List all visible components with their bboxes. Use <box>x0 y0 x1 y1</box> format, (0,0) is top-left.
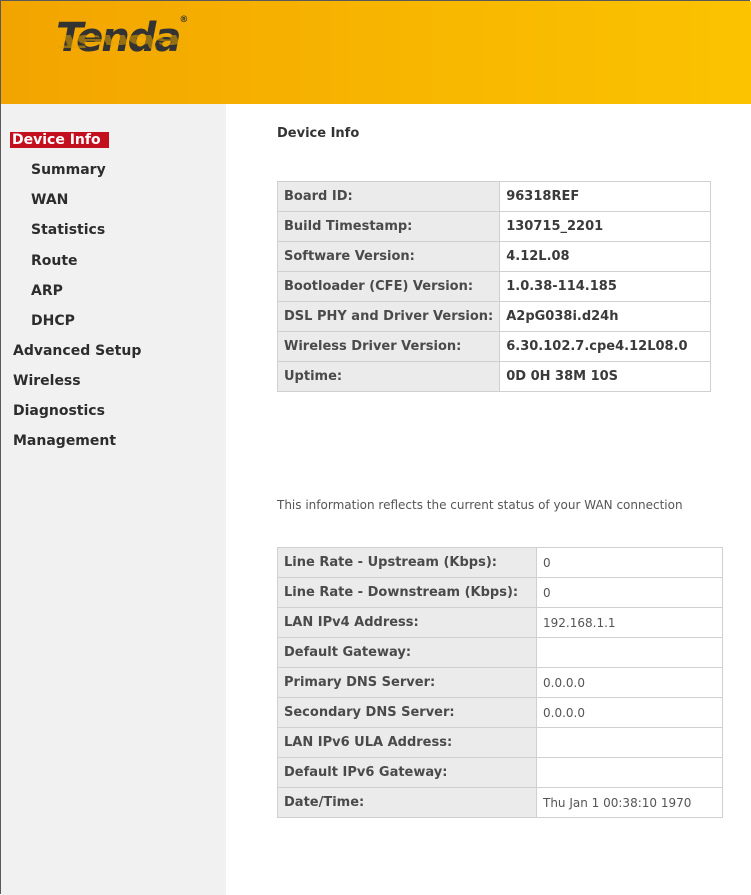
sidebar-item-dhcp[interactable]: DHCP <box>31 313 75 329</box>
sidebar-nav: Device Info Summary WAN Statistics Route… <box>1 104 226 895</box>
row-label: Default IPv6 Gateway: <box>277 757 537 788</box>
row-value: 192.168.1.1 <box>536 607 723 638</box>
row-label: Bootloader (CFE) Version: <box>276 271 501 302</box>
row-value: 4.12L.08 <box>499 241 711 272</box>
row-value: 6.30.102.7.cpe4.12L08.0 <box>499 331 711 362</box>
table-row: LAN IPv6 ULA Address: <box>277 727 723 758</box>
row-label: Build Timestamp: <box>276 211 501 242</box>
row-value: 1.0.38-114.185 <box>499 271 711 302</box>
table-row: Date/Time: Thu Jan 1 00:38:10 1970 <box>277 787 723 818</box>
row-value: 0 <box>536 547 723 578</box>
row-value: Thu Jan 1 00:38:10 1970 <box>536 787 723 818</box>
row-value: 130715_2201 <box>499 211 711 242</box>
device-info-table: Board ID: 96318REF Build Timestamp: 130715… <box>276 181 711 392</box>
table-row: Software Version: 4.12L.08 <box>276 241 711 272</box>
table-row: LAN IPv4 Address: 192.168.1.1 <box>277 607 723 638</box>
table-row: Line Rate - Downstream (Kbps): 0 <box>277 577 723 608</box>
row-label: Default Gateway: <box>277 637 537 668</box>
row-value <box>536 727 723 758</box>
table-row: Wireless Driver Version: 6.30.102.7.cpe4.… <box>276 331 711 362</box>
wan-status-message: This information reflects the current st… <box>277 498 683 512</box>
sidebar-item-device-info[interactable]: Device Info <box>10 132 109 148</box>
row-value: 0.0.0.0 <box>536 697 723 728</box>
table-row: Uptime: 0D 0H 38M 10S <box>276 361 711 392</box>
row-value: 96318REF <box>499 181 711 212</box>
row-value: 0 <box>536 577 723 608</box>
row-label: Wireless Driver Version: <box>276 331 501 362</box>
row-label: Date/Time: <box>277 787 537 818</box>
table-row: Primary DNS Server: 0.0.0.0 <box>277 667 723 698</box>
row-label: Line Rate - Downstream (Kbps): <box>277 577 537 608</box>
row-label: Line Rate - Upstream (Kbps): <box>277 547 537 578</box>
sidebar-item-diagnostics[interactable]: Diagnostics <box>13 403 105 419</box>
sidebar-item-statistics[interactable]: Statistics <box>31 222 105 238</box>
table-row: Bootloader (CFE) Version: 1.0.38-114.185 <box>276 271 711 302</box>
logo-reflection: Tenda <box>56 30 180 51</box>
sidebar-item-route[interactable]: Route <box>31 253 78 269</box>
table-row: DSL PHY and Driver Version: A2pG038i.d24h <box>276 301 711 332</box>
row-value <box>536 637 723 668</box>
row-label: Primary DNS Server: <box>277 667 537 698</box>
table-row: Line Rate - Upstream (Kbps): 0 <box>277 547 723 578</box>
page-title: Device Info <box>277 126 360 141</box>
header-banner: Tenda® Tenda <box>1 1 751 104</box>
table-row: Secondary DNS Server: 0.0.0.0 <box>277 697 723 728</box>
wan-status-table: Line Rate - Upstream (Kbps): 0 Line Rate … <box>277 547 723 818</box>
row-value: A2pG038i.d24h <box>499 301 711 332</box>
row-value: 0D 0H 38M 10S <box>499 361 711 392</box>
row-label: Software Version: <box>276 241 501 272</box>
sidebar-item-wireless[interactable]: Wireless <box>13 373 81 389</box>
row-label: DSL PHY and Driver Version: <box>276 301 501 332</box>
table-row: Build Timestamp: 130715_2201 <box>276 211 711 242</box>
sidebar-item-summary[interactable]: Summary <box>31 162 106 178</box>
table-row: Default Gateway: <box>277 637 723 668</box>
row-label: Board ID: <box>276 181 501 212</box>
row-label: Secondary DNS Server: <box>277 697 537 728</box>
sidebar-item-advanced-setup[interactable]: Advanced Setup <box>13 343 141 359</box>
table-row: Board ID: 96318REF <box>276 181 711 212</box>
row-value: 0.0.0.0 <box>536 667 723 698</box>
row-label: LAN IPv6 ULA Address: <box>277 727 537 758</box>
row-label: Uptime: <box>276 361 501 392</box>
sidebar-item-management[interactable]: Management <box>13 433 116 449</box>
sidebar-item-wan[interactable]: WAN <box>31 192 68 208</box>
table-row: Default IPv6 Gateway: <box>277 757 723 788</box>
row-value <box>536 757 723 788</box>
row-label: LAN IPv4 Address: <box>277 607 537 638</box>
sidebar-item-arp[interactable]: ARP <box>31 283 63 299</box>
main-content: Device Info Board ID: 96318REF Build Time… <box>226 104 751 895</box>
